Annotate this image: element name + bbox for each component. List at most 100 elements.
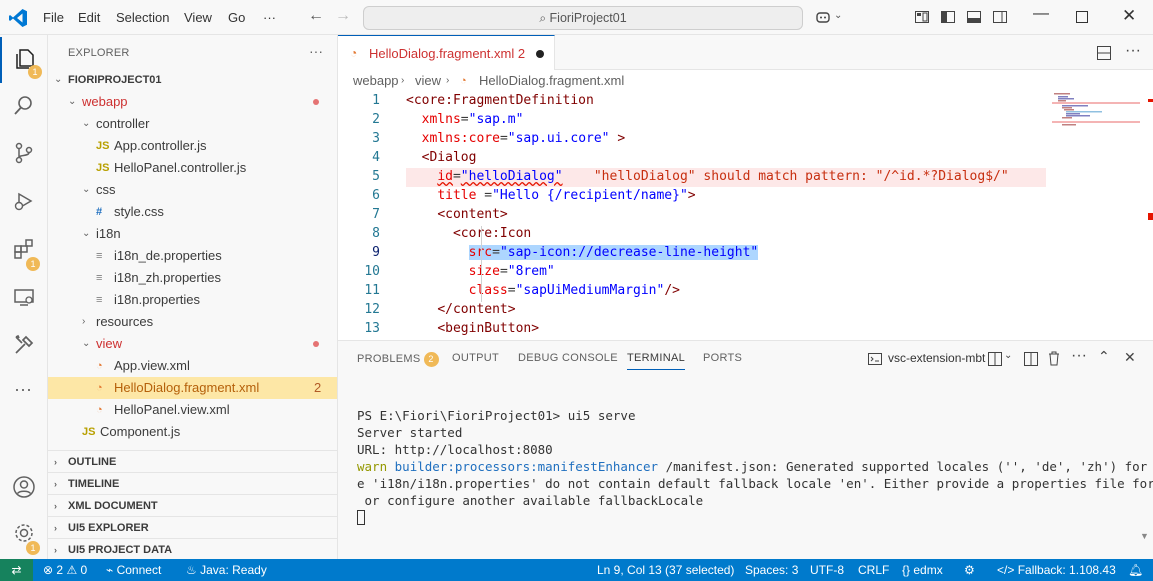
menu-go[interactable]: Go bbox=[228, 10, 245, 25]
more-activity[interactable]: ··· bbox=[0, 373, 48, 419]
maximize-panel-icon[interactable]: ⌃ bbox=[1098, 348, 1110, 365]
close-panel-icon[interactable]: ✕ bbox=[1124, 349, 1136, 366]
chevron-down-icon[interactable]: ⌄ bbox=[834, 10, 842, 21]
search-activity[interactable] bbox=[0, 83, 48, 129]
split-terminal-icon[interactable] bbox=[988, 352, 1002, 366]
editor-more-icon[interactable]: ··· bbox=[1125, 42, 1141, 60]
scroll-down-icon[interactable]: ▼ bbox=[1140, 531, 1149, 541]
command-center-search[interactable]: ⌕ FioriProject01 bbox=[363, 6, 803, 30]
title-bar: File Edit Selection View Go ··· ← → ⌕ Fi… bbox=[0, 0, 1153, 35]
code-line-11: class="sapUiMediumMargin"/> bbox=[468, 283, 680, 298]
chevron-down-icon[interactable]: ⌄ bbox=[1004, 350, 1012, 361]
tree-item-view[interactable]: ⌄ view bbox=[48, 333, 337, 355]
problems-badge: 2 bbox=[423, 352, 439, 367]
notifications-bell-icon[interactable]: 🔔︎ bbox=[1128, 559, 1143, 581]
toggle-panel-icon[interactable] bbox=[966, 9, 982, 25]
tree-item-controller[interactable]: ⌄ controller bbox=[48, 113, 337, 135]
trash-icon[interactable] bbox=[1047, 351, 1061, 366]
tree-item-hellodialog-fragment-xml[interactable]: ◔ HelloDialog.fragment.xml 2 bbox=[48, 377, 337, 399]
ui5-fallback-status[interactable]: </> Fallback: 1.108.43 bbox=[997, 559, 1116, 581]
tab-terminal[interactable]: TERMINAL bbox=[627, 352, 686, 370]
section-outline[interactable]: › OUTLINE bbox=[48, 450, 337, 472]
tree-item-css[interactable]: ⌄ css bbox=[48, 179, 337, 201]
section-xml-document[interactable]: › XML DOCUMENT bbox=[48, 494, 337, 516]
code-editor[interactable]: 1 2 3 4 5 6 7 8 9 10 11 12 13 <core:FragmentDefiniti… bbox=[338, 92, 1153, 340]
copilot-icon[interactable] bbox=[815, 9, 831, 25]
minimize-button[interactable]: — bbox=[1033, 5, 1049, 23]
tab-ports[interactable]: PORTS bbox=[703, 352, 742, 364]
tree-item-i18n-de-properties[interactable]: ≡ i18n_de.properties bbox=[48, 245, 337, 267]
tree-item-resources[interactable]: › resources bbox=[48, 311, 337, 333]
split-editor-icon[interactable] bbox=[1097, 46, 1111, 60]
tree-item-i18n[interactable]: ⌄ i18n bbox=[48, 223, 337, 245]
problems-status[interactable]: ⊗ 2 ⚠ 0 bbox=[43, 559, 87, 581]
forward-arrow-icon[interactable]: → bbox=[335, 7, 351, 25]
manage-activity[interactable]: 1 bbox=[0, 511, 48, 557]
tree-item-component-js[interactable]: JS Component.js bbox=[48, 421, 337, 443]
panel-more-icon[interactable]: ··· bbox=[1071, 347, 1087, 365]
section-label: OUTLINE bbox=[68, 456, 117, 468]
unsaved-dot-icon[interactable] bbox=[536, 50, 544, 58]
chevron-down-icon: ⌄ bbox=[68, 96, 77, 107]
tree-item-hellopanel-view-xml[interactable]: ◔ HelloPanel.view.xml bbox=[48, 399, 337, 421]
back-arrow-icon[interactable]: ← bbox=[308, 7, 324, 25]
customize-layout-icon[interactable] bbox=[914, 9, 930, 25]
section-timeline[interactable]: › TIMELINE bbox=[48, 472, 337, 494]
status-bar: ⇄ ⊗ 2 ⚠ 0 ⌁ Connect ♨ Java: Ready Ln 9, … bbox=[0, 559, 1153, 581]
debug-status-icon[interactable]: ⚙ bbox=[964, 559, 975, 581]
extensions-activity[interactable]: 1 bbox=[0, 227, 48, 273]
line-number: 11 bbox=[364, 283, 380, 298]
layout-panel-icon[interactable] bbox=[1024, 352, 1038, 366]
project-root[interactable]: ⌄ FIORIPROJECT01 bbox=[48, 69, 337, 91]
tree-item-i18n-properties[interactable]: ≡ i18n.properties bbox=[48, 289, 337, 311]
menu-file[interactable]: File bbox=[43, 10, 64, 25]
tree-item-app-view-xml[interactable]: ◔ App.view.xml bbox=[48, 355, 337, 377]
tools-activity[interactable] bbox=[0, 323, 48, 369]
menu-view[interactable]: View bbox=[184, 10, 212, 25]
tab-problems[interactable]: PROBLEMS 2 bbox=[357, 352, 439, 367]
eol-status[interactable]: CRLF bbox=[858, 559, 889, 581]
tree-item-style-css[interactable]: # style.css bbox=[48, 201, 337, 223]
maximize-button[interactable] bbox=[1076, 11, 1088, 23]
section-ui5-project-data[interactable]: › UI5 PROJECT DATA bbox=[48, 538, 337, 560]
minimap[interactable] bbox=[1052, 92, 1142, 142]
indentation-status[interactable]: Spaces: 3 bbox=[745, 559, 798, 581]
remote-indicator[interactable]: ⇄ bbox=[0, 559, 33, 581]
java-status[interactable]: ♨ Java: Ready bbox=[186, 559, 267, 581]
menu-more[interactable]: ··· bbox=[263, 10, 276, 25]
explorer-activity[interactable]: 1 bbox=[0, 37, 48, 83]
overview-ruler-error bbox=[1148, 213, 1153, 220]
tree-item-webapp[interactable]: ⌄ webapp bbox=[48, 91, 337, 113]
section-ui5-explorer[interactable]: › UI5 EXPLORER bbox=[48, 516, 337, 538]
breadcrumb-file[interactable]: HelloDialog.fragment.xml bbox=[479, 70, 624, 92]
section-label: XML DOCUMENT bbox=[68, 500, 158, 512]
tab-hellodialog[interactable]: ◔ HelloDialog.fragment.xml 2 bbox=[338, 35, 555, 70]
toggle-sidebar-icon[interactable] bbox=[940, 9, 956, 25]
tree-item-i18n-zh-properties[interactable]: ≡ i18n_zh.properties bbox=[48, 267, 337, 289]
tab-output[interactable]: OUTPUT bbox=[452, 352, 499, 364]
run-debug-activity[interactable] bbox=[0, 179, 48, 225]
tab-debug-console[interactable]: DEBUG CONSOLE bbox=[518, 352, 618, 364]
connect-status[interactable]: ⌁ Connect bbox=[106, 559, 161, 581]
menu-edit[interactable]: Edit bbox=[78, 10, 100, 25]
explorer-more-icon[interactable]: ··· bbox=[309, 43, 323, 59]
breadcrumb-webapp[interactable]: webapp bbox=[353, 70, 399, 92]
terminal-output[interactable]: PS E:\Fiori\FioriProject01> ui5 serve Se… bbox=[357, 407, 1153, 526]
tree-item-app-controller-js[interactable]: JS App.controller.js bbox=[48, 135, 337, 157]
terminal-name[interactable]: vsc-extension-mbt bbox=[888, 351, 985, 365]
encoding-status[interactable]: UTF-8 bbox=[810, 559, 844, 581]
accounts-activity[interactable] bbox=[0, 465, 48, 511]
chevron-right-icon: › bbox=[54, 545, 57, 555]
language-mode[interactable]: {} edmx bbox=[902, 559, 943, 581]
remote-explorer-activity[interactable] bbox=[0, 275, 48, 321]
close-window-button[interactable]: ✕ bbox=[1122, 6, 1136, 26]
code-line-9: src="sap-icon://decrease-line-height" bbox=[406, 245, 759, 260]
js-file-icon: JS bbox=[82, 426, 96, 438]
tree-item-hellopanel-controller-js[interactable]: JS HelloPanel.controller.js bbox=[48, 157, 337, 179]
cursor-position[interactable]: Ln 9, Col 13 (37 selected) bbox=[597, 559, 734, 581]
menu-selection[interactable]: Selection bbox=[116, 10, 169, 25]
inline-error-hint: "helloDialog" should match pattern: "/^i… bbox=[593, 169, 1009, 184]
breadcrumb-view[interactable]: view bbox=[415, 70, 441, 92]
toggle-secondary-sidebar-icon[interactable] bbox=[992, 9, 1008, 25]
source-control-activity[interactable] bbox=[0, 131, 48, 177]
